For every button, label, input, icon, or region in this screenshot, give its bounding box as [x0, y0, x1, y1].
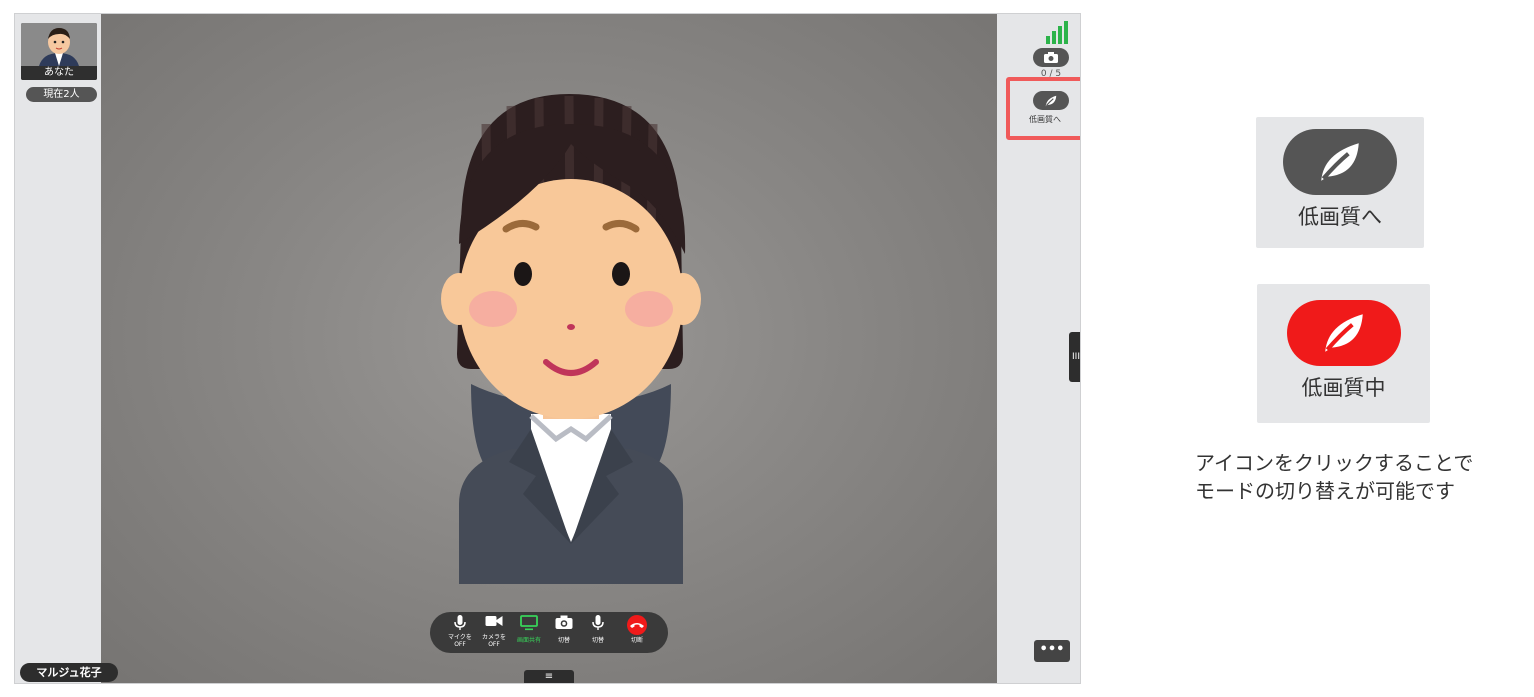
call-controls: マイクを OFF カメラを OFF 画面共有 切替 切替 切断 [430, 612, 668, 653]
video-call-window: あなた 現在2人 0 / 5 低画質へ III ••• マイクを OFF カメラ… [14, 13, 1081, 684]
mic-switch-icon [592, 615, 604, 630]
camera-off-button[interactable]: カメラを OFF [477, 612, 511, 653]
mic-switch-button[interactable]: 切替 [581, 612, 615, 653]
remote-name-tag: マルジュ花子 [20, 663, 118, 682]
legend-low-quality-icon [1283, 129, 1397, 195]
participant-panel: あなた 現在2人 [15, 14, 101, 683]
hangup-icon [627, 615, 647, 635]
camera-off-state: OFF [488, 640, 500, 648]
hangup-button[interactable]: 切断 [620, 612, 654, 653]
participant-count-badge: 現在2人 [26, 87, 97, 102]
instruction-note: アイコンをクリックすることで モードの切り替えが可能です [1195, 449, 1525, 505]
screen-share-button[interactable]: 画面共有 [511, 612, 547, 653]
self-label: あなた [21, 66, 97, 80]
screen-share-label: 画面共有 [516, 637, 541, 644]
leaf-icon [1321, 143, 1359, 181]
camera-icon [1044, 52, 1058, 63]
legend-low-quality: 低画質へ [1256, 117, 1424, 248]
mic-off-button[interactable]: マイクを OFF [443, 612, 477, 653]
video-camera-icon [485, 616, 503, 626]
low-quality-button-label: 低画質へ [1029, 115, 1061, 124]
mic-icon [454, 615, 466, 630]
more-button[interactable]: ••• [1034, 640, 1070, 662]
legend-low-quality-label: 低画質へ [1298, 205, 1382, 229]
instruction-line-2: モードの切り替えが可能です [1195, 479, 1455, 503]
signal-strength-icon [1046, 21, 1068, 44]
screenshot-button[interactable] [1033, 48, 1069, 67]
remote-video [101, 14, 997, 683]
mic-switch-label: 切替 [591, 637, 604, 644]
self-avatar [21, 23, 97, 66]
low-quality-button[interactable] [1033, 91, 1069, 110]
camera-switch-label: 切替 [557, 637, 570, 644]
legend-low-quality-active: 低画質中 [1257, 284, 1430, 423]
legend-low-quality-active-label: 低画質中 [1301, 376, 1386, 400]
monitor-icon [520, 615, 538, 631]
instruction-line-1: アイコンをクリックすることで [1195, 451, 1474, 475]
self-video-thumbnail[interactable]: あなた [21, 23, 97, 80]
bottom-menu-toggle[interactable]: ≡ [524, 670, 574, 683]
legend-low-quality-active-icon [1286, 300, 1401, 366]
camera-switch-button[interactable]: 切替 [547, 612, 581, 653]
mic-off-state: OFF [454, 640, 466, 648]
hangup-label: 切断 [630, 637, 643, 644]
leaf-icon [1045, 95, 1057, 106]
leaf-icon [1324, 314, 1363, 352]
camera-switch-icon [555, 615, 573, 629]
side-panel-handle[interactable]: III [1069, 332, 1080, 382]
remote-avatar [441, 94, 701, 584]
